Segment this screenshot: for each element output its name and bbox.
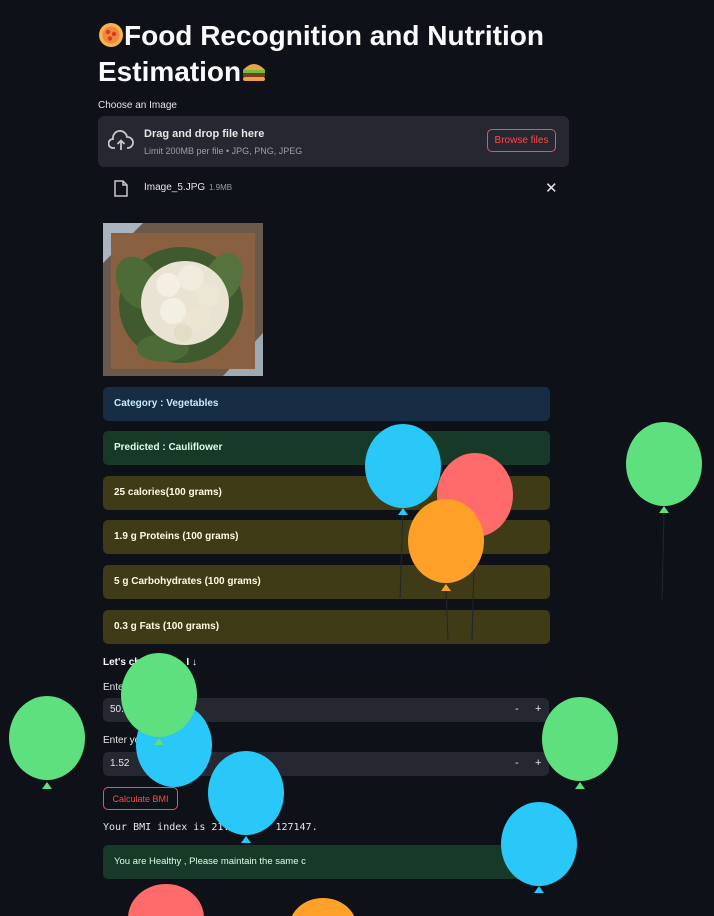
- burger-emoji-icon: [243, 64, 266, 81]
- dropzone-title: Drag and drop file here: [144, 128, 265, 140]
- height-value[interactable]: 1.52: [110, 758, 129, 769]
- file-dropzone[interactable]: Drag and drop file here Limit 200MB per …: [98, 116, 569, 167]
- balloon-icon: [9, 696, 85, 789]
- height-label: Enter yo: [103, 735, 141, 746]
- weight-input[interactable]: 50. - +: [103, 698, 549, 722]
- calculate-bmi-button[interactable]: Calculate BMI: [103, 787, 178, 810]
- category-alert: Category : Vegetables: [103, 387, 550, 421]
- dropzone-limit: Limit 200MB per file • JPG, PNG, JPEG: [144, 146, 303, 156]
- proteins-alert: 1.9 g Proteins (100 grams): [103, 520, 550, 554]
- uploader-label: Choose an Image: [98, 100, 177, 111]
- fats-alert: 0.3 g Fats (100 grams): [103, 610, 550, 644]
- upload-cloud-icon: [108, 130, 134, 150]
- title-line-1: Food Recognition and Nutrition: [124, 20, 544, 51]
- carbohydrates-alert: 5 g Carbohydrates (100 grams): [103, 565, 550, 599]
- close-icon[interactable]: ✕: [545, 179, 558, 197]
- balloon-icon: [626, 422, 702, 601]
- file-name: Image_5.JPG: [144, 182, 206, 193]
- calories-alert: 25 calories(100 grams): [103, 476, 550, 510]
- balloon-icon: [542, 697, 618, 789]
- height-decrement-button[interactable]: -: [515, 757, 519, 769]
- balloon-icon: [291, 898, 355, 916]
- food-image: [103, 223, 263, 376]
- height-increment-button[interactable]: +: [535, 757, 541, 769]
- browse-files-button[interactable]: Browse files: [487, 129, 556, 152]
- bmi-status-alert: You are Healthy , Please maintain the sa…: [103, 845, 550, 879]
- file-size: 1.9MB: [209, 183, 233, 192]
- pizza-emoji-icon: [99, 23, 123, 47]
- page-title: Food Recognition and Nutrition Estimatio…: [98, 18, 568, 90]
- weight-label: Ente: [103, 682, 124, 693]
- weight-value[interactable]: 50.: [110, 704, 124, 715]
- weight-decrement-button[interactable]: -: [515, 703, 519, 715]
- title-line-2: Estimation: [98, 56, 242, 87]
- predicted-alert: Predicted : Cauliflower: [103, 431, 550, 465]
- bmi-heading: Let's ch I ↓: [103, 657, 197, 668]
- balloon-icon: [128, 884, 204, 916]
- file-icon: [114, 180, 128, 197]
- weight-increment-button[interactable]: +: [535, 703, 541, 715]
- uploaded-file-row: Image_5.JPG 1.9MB ✕: [98, 176, 569, 200]
- bmi-result-text: Your BMI index is 21.6 127147.: [103, 822, 318, 833]
- height-input[interactable]: 1.52 - +: [103, 752, 549, 776]
